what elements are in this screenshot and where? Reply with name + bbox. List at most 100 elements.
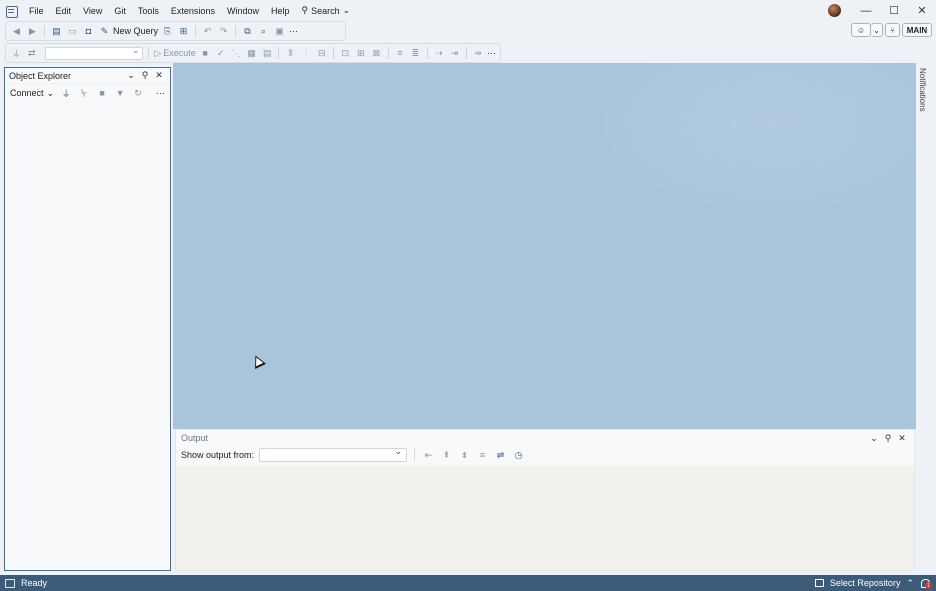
ready-icon [5,578,15,588]
close-icon[interactable]: ✕ [895,431,909,445]
connect-button[interactable]: Connect ⌄ [10,88,54,99]
plan-icon[interactable]: ⋱ [230,47,243,60]
chevron-down-icon: ⌄ [342,5,351,15]
bookmark-icon[interactable]: ⇢ [433,47,446,60]
menu-git[interactable]: Git [108,6,132,16]
forward-icon[interactable]: ▶ [26,25,39,38]
notifications-tab[interactable]: Notifications [918,68,927,112]
menu-view[interactable]: View [77,6,108,16]
new-file-icon[interactable]: ▤ [50,25,63,38]
indent-icon[interactable]: ≡ [394,47,407,60]
properties-icon[interactable]: ▣ [273,25,286,38]
query-icon[interactable]: ⎘ [161,25,174,38]
refresh-icon[interactable]: ↻ [132,87,144,100]
database-select[interactable] [45,45,144,60]
solution-icon[interactable]: ⧉ [241,25,254,38]
disconnect-icon[interactable]: ⏧ [78,87,90,100]
save-all-icon[interactable]: ◘ [82,25,95,38]
share-button[interactable]: ⑂ [885,23,900,37]
plug-icon[interactable]: ⏚ [10,47,23,60]
chevron-up-icon[interactable]: ⌃ [906,578,914,589]
undo-icon[interactable]: ↶ [201,25,214,38]
show-output-label: Show output from: [181,450,255,460]
connect-label: Connect [10,88,44,98]
close-icon[interactable]: ✕ [908,0,936,21]
clock-icon[interactable]: ◷ [512,449,525,462]
toolbar-separator [235,25,237,37]
toolbar-separator [465,47,467,59]
next-message-icon[interactable]: ⇟ [458,449,471,462]
avatar[interactable] [828,4,841,17]
pin-icon[interactable]: ⚲ [881,431,895,445]
repository-icon [814,579,824,587]
results-icon[interactable]: ▦ [245,47,258,60]
more-button[interactable]: ··· [487,48,496,58]
toolbar-separator [426,47,428,59]
toolbar-separator [387,47,389,59]
redo-icon[interactable]: ↷ [217,25,230,38]
toolbar-separator [195,25,197,37]
select-repository[interactable]: Select Repository [830,578,901,588]
sql-toolbar: ⏚ ⇄ ▷ Execute ■ ✓ ⋱ ▦ ▤ ⫴ ⫶ ⊟ ⊡ ⊞ ⊠ ≡ ≣ … [5,43,501,63]
pin-icon[interactable]: ⚲ [138,69,152,83]
output-source-select[interactable] [259,446,408,462]
notifications-strip [917,63,936,572]
parse-icon[interactable]: ✓ [214,47,227,60]
chevron-down-icon[interactable]: ⌄ [124,69,138,83]
template-icon[interactable]: ⊟ [316,47,329,60]
object-explorer-header: Object Explorer ⌄ ⚲ ✕ [5,68,170,84]
save-icon[interactable]: ▭ [66,25,79,38]
uncomment-icon[interactable]: ⫶ [300,47,313,60]
chevron-down-icon[interactable]: ⌄ [867,431,881,445]
plug-icon[interactable]: ⏚ [60,87,72,100]
new-query-button[interactable]: ✎ New Query [98,25,158,38]
app-icon[interactable] [5,5,18,18]
copilot-icon: ☺ [856,25,866,35]
bell-icon[interactable]: 1 [920,578,932,589]
standard-toolbar: ◀ ▶ ▤ ▭ ◘ ✎ New Query ⎘ ⊞ ↶ ↷ ⧉ ⌕ ▣ ··· [5,21,346,41]
copilot-button[interactable]: ☺ [851,23,871,37]
status-bar: Ready Select Repository ⌃ 1 [0,575,936,591]
find-icon[interactable]: ⌕ [257,25,270,38]
toolbar-separator [333,47,335,59]
close-icon[interactable]: ✕ [152,69,166,83]
change-connection-icon[interactable]: ⇄ [26,47,39,60]
execute-button[interactable]: ▷ Execute [154,48,195,59]
menu-tools[interactable]: Tools [132,6,165,16]
back-icon[interactable]: ◀ [10,25,23,38]
stop-icon[interactable]: ■ [199,47,212,60]
results-file-icon[interactable]: ▤ [261,47,274,60]
menu-edit[interactable]: Edit [50,6,78,16]
stats-icon[interactable]: ⊠ [370,47,383,60]
git-branch-icon: ⑂ [890,25,895,35]
menu-file[interactable]: File [23,6,50,16]
outdent-icon[interactable]: ≣ [409,47,422,60]
clear-all-icon[interactable]: ≡ [476,449,489,462]
bookmark-next-icon[interactable]: ⇥ [448,47,461,60]
chevron-down-icon: ⌄ [873,25,880,35]
editor-workspace [173,63,916,429]
copilot-dropdown[interactable]: ⌄ [871,23,883,37]
execute-label: Execute [163,48,196,58]
branch-button[interactable]: MAIN [902,23,932,37]
menu-window[interactable]: Window [221,6,265,16]
menu-extensions[interactable]: Extensions [165,6,221,16]
filter-icon[interactable]: ▼ [114,87,126,100]
search-menu[interactable]: ⚲ Search ⌄ [295,5,356,16]
minimize-icon[interactable]: — [852,0,880,21]
prev-message-icon[interactable]: ⇞ [440,449,453,462]
output-content[interactable] [176,466,914,570]
analysis-icon[interactable]: ⊞ [177,25,190,38]
find-message-icon[interactable]: ⇤ [422,449,435,462]
spec-icon[interactable]: ⊡ [339,47,352,60]
maximize-icon[interactable]: ☐ [880,0,908,21]
more-button[interactable]: ··· [289,26,298,36]
comment-icon[interactable]: ⫴ [284,47,297,60]
more-button[interactable]: ··· [156,88,165,98]
menu-help[interactable]: Help [265,6,296,16]
grid-icon[interactable]: ⊞ [355,47,368,60]
word-wrap-icon[interactable]: ⇌ [494,449,507,462]
object-explorer-title: Object Explorer [9,70,72,81]
pin-icon[interactable]: ⇸ [472,47,485,60]
stop-icon[interactable]: ■ [96,87,108,100]
